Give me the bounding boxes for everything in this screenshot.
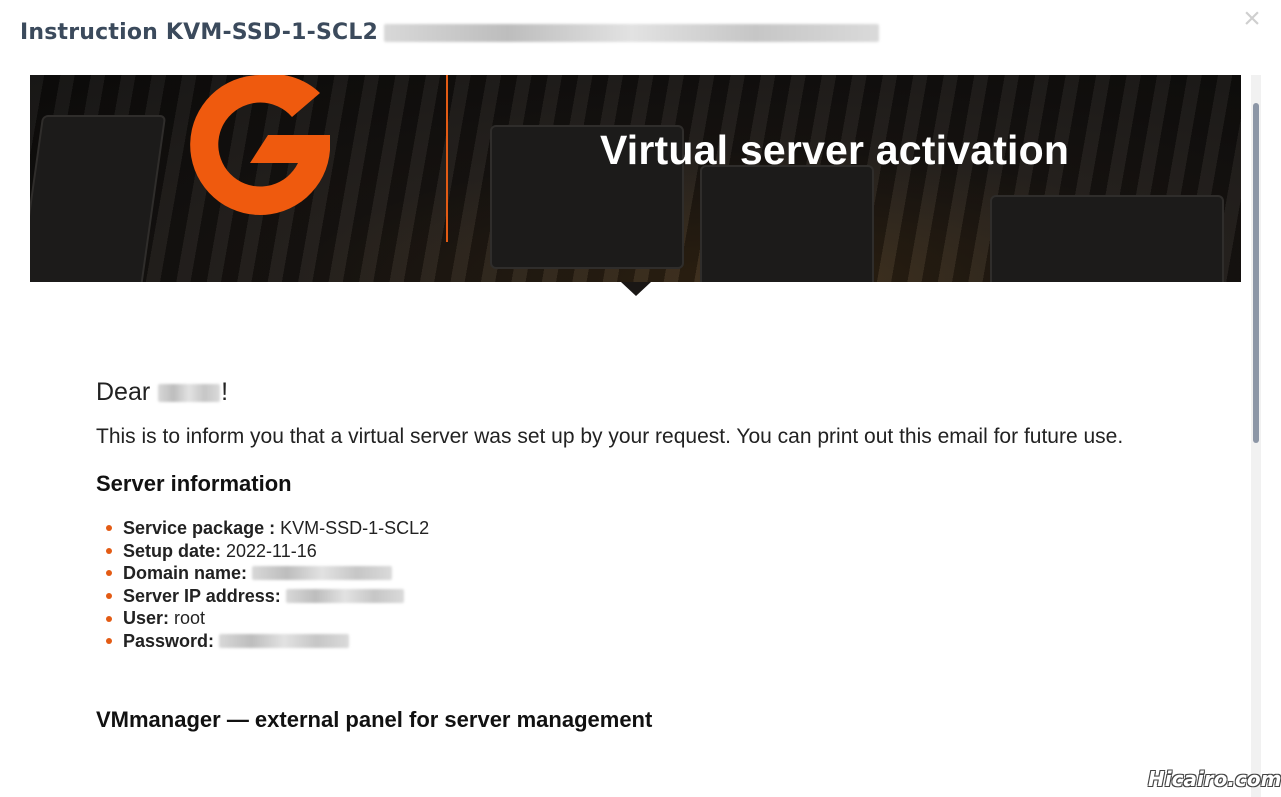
- banner-decor: [990, 195, 1224, 282]
- redacted-domain: [252, 566, 393, 581]
- bullet-icon: [106, 593, 112, 600]
- list-item: Server IP address:: [106, 585, 1186, 608]
- close-icon: ×: [1243, 2, 1261, 35]
- info-value: root: [174, 608, 206, 629]
- intro-text: This is to inform you that a virtual ser…: [96, 425, 1124, 448]
- banner-title: Virtual server activation: [600, 127, 1070, 173]
- server-info-title: Server information: [96, 471, 292, 496]
- modal-body[interactable]: Virtual server activation Dear ! This is…: [0, 75, 1281, 797]
- list-item: Password:: [106, 630, 1186, 653]
- vmmanager-title: VMmanager — external panel for server ma…: [96, 706, 653, 732]
- redacted-name: [158, 383, 221, 402]
- redacted-order-id: [384, 23, 880, 42]
- modal-header: Instruction KVM-SSD-1-SCL2 ×: [0, 0, 1281, 75]
- banner-notch: [621, 282, 651, 296]
- modal-title: Instruction KVM-SSD-1-SCL2: [20, 20, 880, 45]
- list-item: Service package : KVM-SSD-1-SCL2: [106, 517, 1186, 540]
- banner-decor: [700, 165, 874, 282]
- info-label: User:: [123, 608, 170, 629]
- bullet-icon: [106, 570, 112, 577]
- list-item: Setup date: 2022-11-16: [106, 540, 1186, 563]
- scrollbar-thumb[interactable]: [1253, 103, 1259, 443]
- watermark: Hicairo.com: [1148, 767, 1281, 791]
- bullet-icon: [106, 615, 112, 622]
- banner-decor: [30, 115, 167, 282]
- redacted-password: [219, 634, 350, 649]
- modal-title-text: Instruction KVM-SSD-1-SCL2: [20, 20, 379, 45]
- greeting: Dear !: [96, 378, 1186, 407]
- greeting-prefix: Dear: [96, 378, 151, 406]
- info-label: Domain name:: [123, 563, 248, 584]
- server-info-list: Service package : KVM-SSD-1-SCL2 Setup d…: [106, 517, 1186, 653]
- bullet-icon: [106, 638, 112, 645]
- scrollbar[interactable]: [1251, 75, 1261, 797]
- banner-divider: [446, 75, 448, 242]
- info-label: Setup date:: [123, 540, 222, 561]
- list-item: User: root: [106, 607, 1186, 630]
- info-label: Password:: [123, 630, 215, 651]
- banner: Virtual server activation: [30, 75, 1241, 282]
- info-label: Server IP address:: [123, 585, 281, 606]
- redacted-ip: [285, 589, 404, 604]
- bullet-icon: [106, 547, 112, 554]
- bullet-icon: [106, 525, 112, 532]
- greeting-suffix: !: [221, 378, 229, 406]
- orange-g-logo-icon: [190, 75, 330, 215]
- info-label: Service package :: [123, 518, 276, 538]
- letter-content: Dear ! This is to inform you that a virt…: [96, 378, 1186, 733]
- list-item: Domain name:: [106, 562, 1186, 585]
- close-button[interactable]: ×: [1238, 2, 1266, 35]
- info-value: KVM-SSD-1-SCL2: [280, 518, 430, 538]
- info-value: 2022-11-16: [226, 540, 317, 561]
